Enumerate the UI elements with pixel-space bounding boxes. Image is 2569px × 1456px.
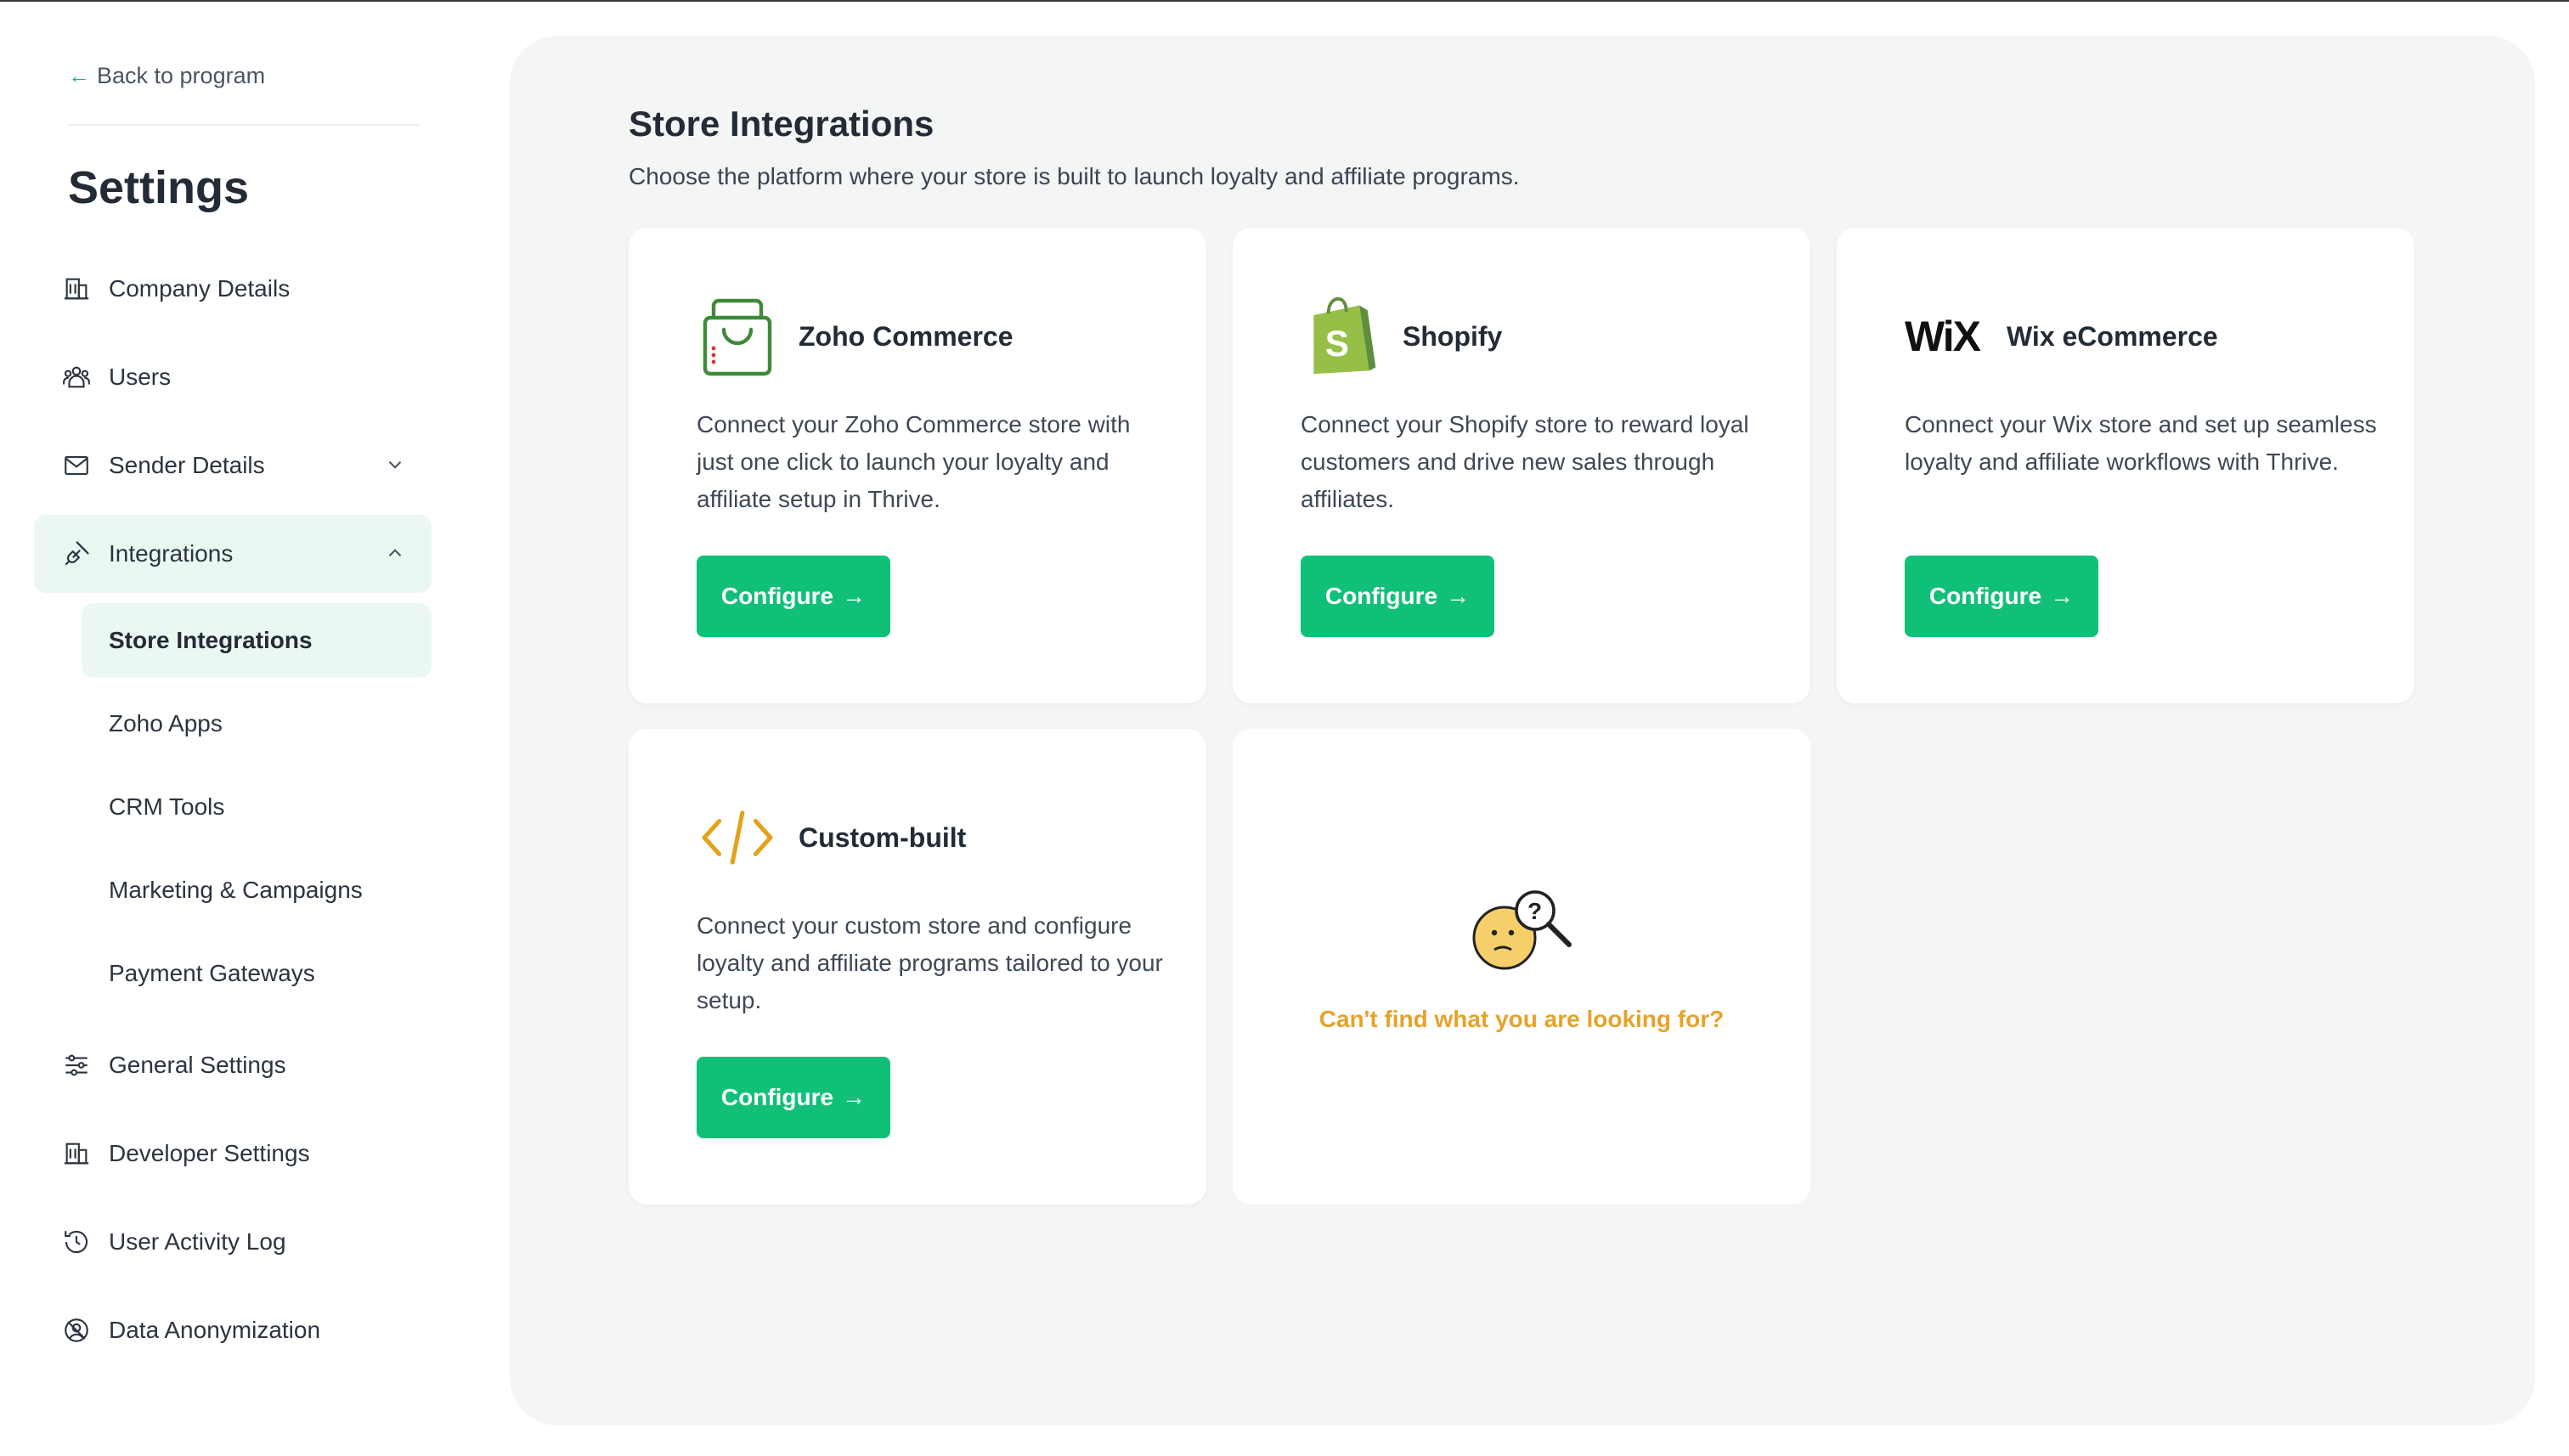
arrow-right-icon: → xyxy=(1446,583,1471,609)
sidebar-item-label: User Activity Log xyxy=(109,1228,286,1255)
shopify-logo-icon: S xyxy=(1301,296,1382,377)
anonymize-icon xyxy=(61,1315,92,1346)
settings-sidebar: ← Back to program Settings Company Detai… xyxy=(0,0,476,1456)
integration-card-custom-built: Custom-built Connect your custom store a… xyxy=(629,729,1206,1205)
sidebar-item-label: Integrations xyxy=(109,540,234,567)
configure-wix-button[interactable]: Configure → xyxy=(1905,556,2098,637)
integration-description: Connect your Wix store and set up seamle… xyxy=(1905,411,2377,475)
sidebar-subitem-label: Zoho Apps xyxy=(109,710,223,736)
sidebar-subitem-label: Store Integrations xyxy=(109,627,313,653)
integration-name: Zoho Commerce xyxy=(799,321,1013,352)
configure-button-label: Configure xyxy=(1324,583,1438,609)
sidebar-item-users[interactable]: Users xyxy=(34,338,432,416)
sidebar-item-company-details[interactable]: Company Details xyxy=(34,250,432,328)
arrow-right-icon: → xyxy=(842,1084,867,1110)
main-panel: Store Integrations Choose the platform w… xyxy=(510,36,2535,1425)
integration-card-wix: WiX Wix eCommerce Connect your Wix store… xyxy=(1837,228,2414,703)
integration-name: Wix eCommerce xyxy=(2007,321,2218,352)
sidebar-item-label: Developer Settings xyxy=(109,1140,310,1166)
sidebar-title: Settings xyxy=(68,162,250,213)
sidebar-subitem-label: CRM Tools xyxy=(109,793,225,820)
sidebar-item-label: Sender Details xyxy=(109,452,265,478)
sidebar-subitem-zoho-apps[interactable]: Zoho Apps xyxy=(82,686,432,761)
sliders-icon xyxy=(61,1050,92,1081)
mail-icon xyxy=(61,450,92,481)
sidebar-item-user-activity-log[interactable]: User Activity Log xyxy=(34,1203,432,1281)
integration-description: Connect your Zoho Commerce store with ju… xyxy=(697,411,1131,512)
integration-card-zoho-commerce: Zoho Commerce Connect your Zoho Commerce… xyxy=(629,228,1206,703)
sidebar-subitem-store-integrations[interactable]: Store Integrations xyxy=(82,603,432,678)
chevron-up-icon[interactable] xyxy=(384,542,406,564)
page-title: Store Integrations xyxy=(629,104,934,144)
help-card: ? Can't find what you are looking for? xyxy=(1233,729,1810,1205)
plug-icon xyxy=(61,539,92,569)
arrow-right-icon: → xyxy=(842,583,867,609)
sidebar-item-label: Data Anonymization xyxy=(109,1317,321,1343)
svg-text:S: S xyxy=(1325,324,1349,364)
sidebar-subitem-crm-tools[interactable]: CRM Tools xyxy=(82,770,432,844)
svg-text:?: ? xyxy=(1527,898,1542,924)
integration-description: Connect your custom store and configure … xyxy=(697,912,1163,1013)
chevron-down-icon[interactable] xyxy=(384,454,406,476)
sidebar-item-data-anonymization[interactable]: Data Anonymization xyxy=(34,1291,432,1369)
back-label: Back to program xyxy=(97,63,266,88)
sidebar-subitem-label: Marketing & Campaigns xyxy=(109,877,363,903)
sidebar-item-developer-settings[interactable]: Developer Settings xyxy=(34,1115,432,1193)
building-icon xyxy=(61,274,92,304)
sidebar-item-general-settings[interactable]: General Settings xyxy=(34,1026,432,1104)
cant-find-link[interactable]: Can't find what you are looking for? xyxy=(1233,1006,1810,1033)
configure-shopify-button[interactable]: Configure → xyxy=(1301,556,1494,637)
arrow-left-icon: ← xyxy=(68,63,90,88)
building-icon xyxy=(61,1138,92,1169)
configure-custom-built-button[interactable]: Configure → xyxy=(697,1057,890,1138)
integration-card-shopify: S Shopify Connect your Shopify store to … xyxy=(1233,228,1810,703)
sidebar-item-label: Company Details xyxy=(109,275,291,302)
integration-name: Custom-built xyxy=(799,822,967,853)
wix-logo-text: WiX xyxy=(1905,313,1981,360)
sidebar-divider xyxy=(68,124,420,126)
users-icon xyxy=(61,362,92,392)
sidebar-subitem-payment-gateways[interactable]: Payment Gateways xyxy=(82,936,432,1011)
integration-description: Connect your Shopify store to reward loy… xyxy=(1301,411,1749,512)
configure-button-label: Configure xyxy=(1928,583,2042,609)
confused-face-icon: ? xyxy=(1472,890,1572,970)
page-subtitle: Choose the platform where your store is … xyxy=(629,163,1520,189)
integration-name: Shopify xyxy=(1403,321,1503,352)
sidebar-item-label: General Settings xyxy=(109,1052,286,1078)
shopping-bag-icon xyxy=(697,296,778,377)
sidebar-subitem-label: Payment Gateways xyxy=(109,960,315,986)
back-to-program-link[interactable]: ← Back to program xyxy=(68,63,265,89)
wix-logo-icon: WiX xyxy=(1905,296,1986,377)
configure-zoho-commerce-button[interactable]: Configure → xyxy=(697,556,890,637)
code-icon xyxy=(697,797,778,878)
arrow-right-icon: → xyxy=(2050,583,2075,609)
sidebar-item-sender-details[interactable]: Sender Details xyxy=(34,426,432,505)
sidebar-item-integrations[interactable]: Integrations xyxy=(34,515,432,593)
configure-button-label: Configure xyxy=(720,1084,834,1110)
configure-button-label: Configure xyxy=(720,583,834,609)
sidebar-item-label: Users xyxy=(109,364,172,390)
sidebar-subitem-marketing-campaigns[interactable]: Marketing & Campaigns xyxy=(82,853,432,928)
history-icon xyxy=(61,1227,92,1257)
